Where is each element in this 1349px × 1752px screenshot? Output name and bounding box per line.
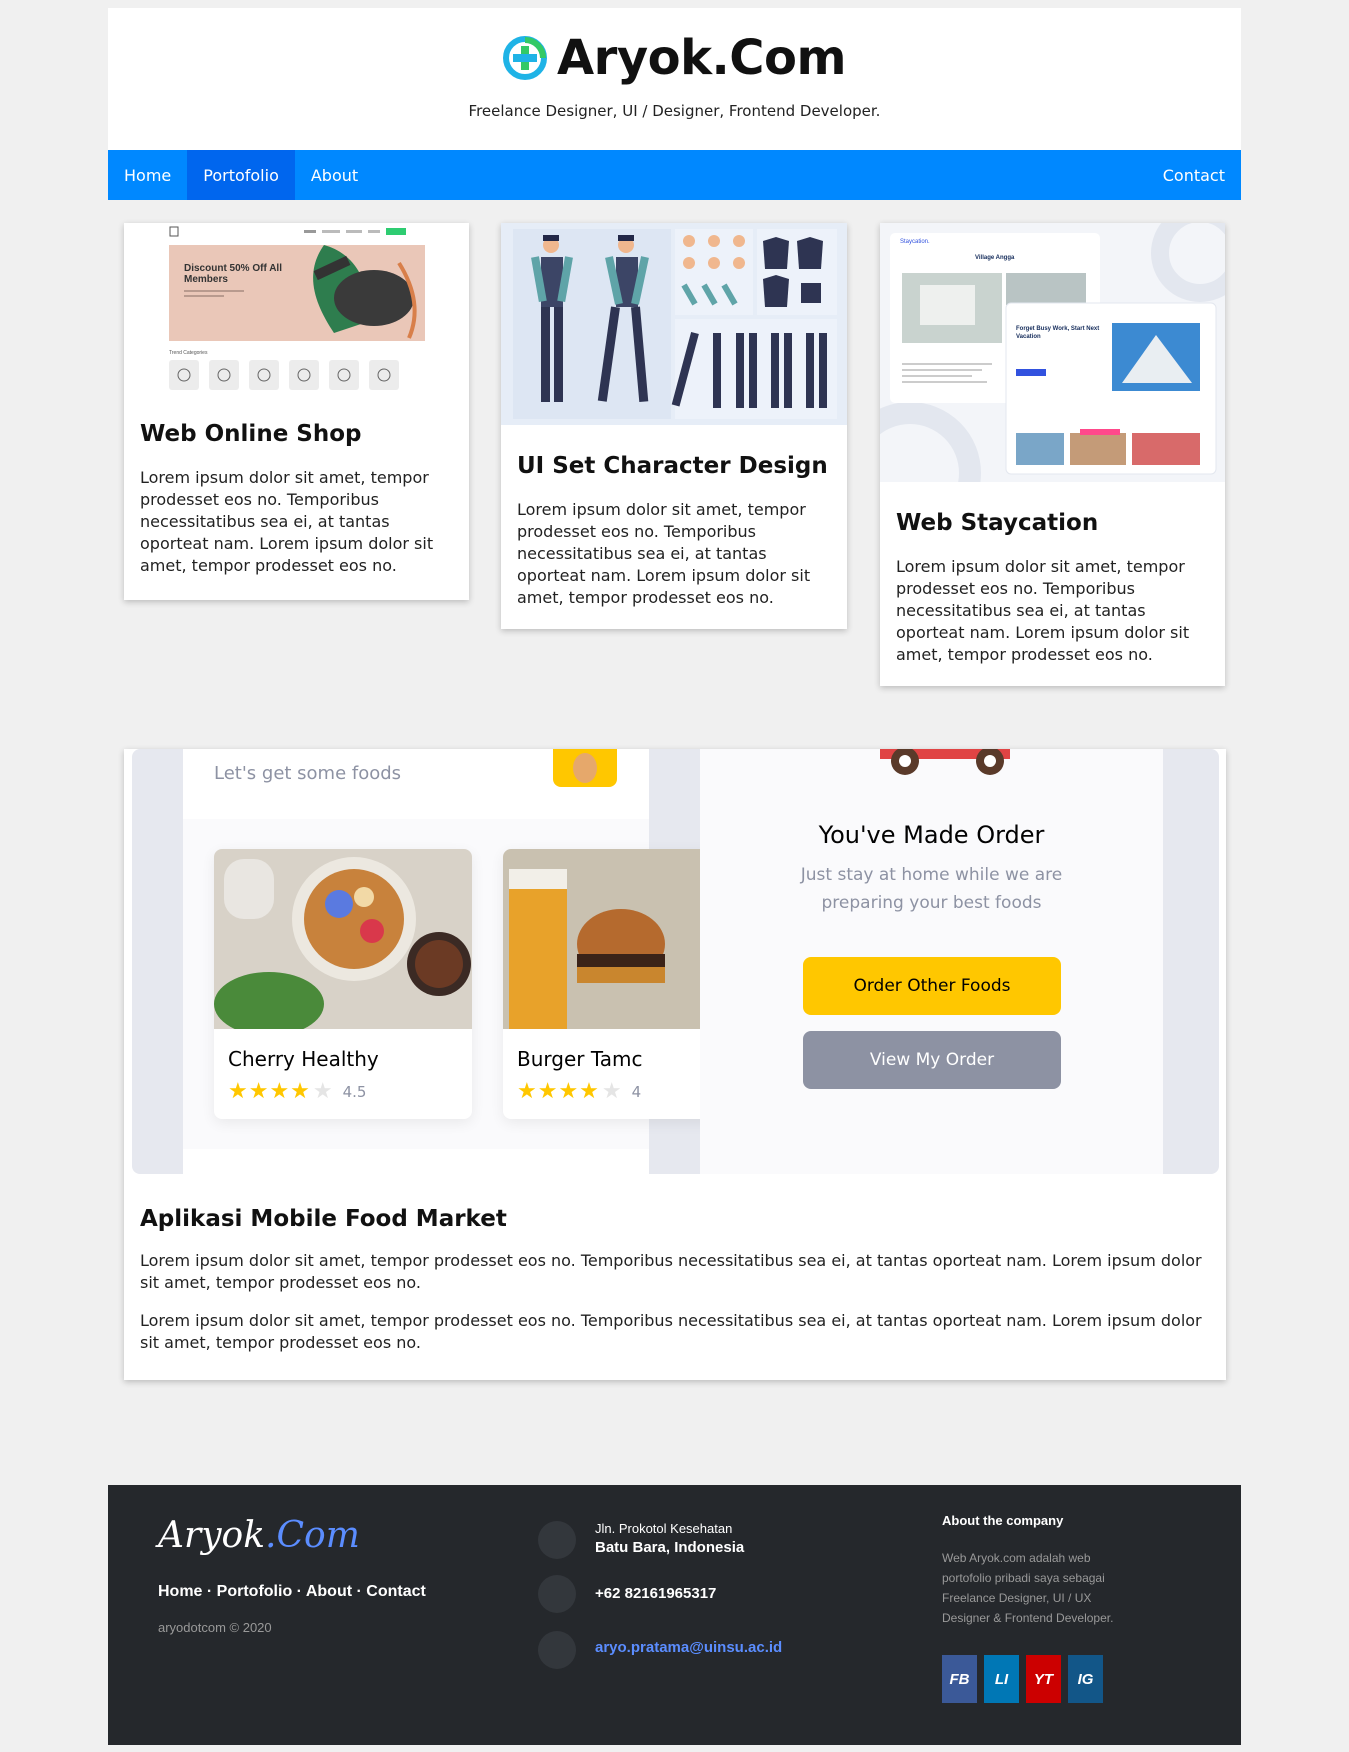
portfolio-feature-food-market[interactable]: Let's get some foods Cherry Healthy ★★★★…	[124, 749, 1226, 1380]
youtube-button[interactable]: YT	[1026, 1655, 1061, 1703]
facebook-button[interactable]: FB	[942, 1655, 977, 1703]
footer-logo-suffix: .Com	[265, 1515, 360, 1556]
rating-value: 4.5	[342, 1082, 367, 1101]
footer-logo: Aryok.Com	[158, 1515, 360, 1556]
card-title: UI Set Character Design	[517, 453, 828, 479]
site-header: Aryok.Com Freelance Designer, UI / Desig…	[108, 8, 1241, 150]
star-empty-icon: ★	[312, 1079, 333, 1104]
staycation-hero-text: Forget Busy Work, Start Next Vacation	[1016, 326, 1100, 340]
star-icon: ★★★★	[517, 1079, 600, 1104]
envelope-icon	[538, 1631, 576, 1669]
online-shop-section-label: Trend Categories	[169, 350, 208, 356]
footer-link-about[interactable]: About	[306, 1583, 352, 1600]
nav-contact[interactable]: Contact	[1147, 150, 1241, 200]
food-name: Burger Tamc	[517, 1047, 643, 1071]
footer-link-contact[interactable]: Contact	[366, 1583, 426, 1600]
nav-about[interactable]: About	[295, 150, 374, 200]
card-title: Web Staycation	[896, 510, 1099, 536]
phone-number: +62 82161965317	[595, 1585, 717, 1602]
order-subtitle-line1: Just stay at home while we are	[800, 865, 1063, 885]
online-shop-banner-text: Discount 50% Off All Members	[184, 263, 282, 285]
footer-about: About the company Web Aryok.com adalah w…	[942, 1513, 1132, 1628]
site-title: Aryok.Com	[557, 30, 846, 86]
about-title: About the company	[942, 1513, 1064, 1528]
feature-paragraph-2: Lorem ipsum dolor sit amet, tempor prode…	[140, 1311, 1202, 1352]
view-my-order-button[interactable]: View My Order	[803, 1031, 1061, 1089]
linkedin-button[interactable]: LI	[984, 1655, 1019, 1703]
star-icon: ★★★★	[228, 1079, 311, 1104]
character-design-thumbnail	[501, 223, 847, 425]
phone-icon	[538, 1575, 576, 1613]
order-other-foods-button[interactable]: Order Other Foods	[803, 957, 1061, 1015]
nav-portfolio[interactable]: Portofolio	[187, 150, 295, 200]
portfolio-card-character-design[interactable]: UI Set Character Design Lorem ipsum dolo…	[501, 223, 847, 629]
card-title: Web Online Shop	[140, 421, 362, 447]
footer-link-home[interactable]: Home	[158, 1583, 202, 1600]
nav-home[interactable]: Home	[108, 150, 187, 200]
food-greeting: Let's get some foods	[214, 763, 402, 784]
logo-icon	[503, 36, 548, 80]
card-description: Lorem ipsum dolor sit amet, tempor prode…	[140, 468, 434, 575]
portfolio-card-online-shop[interactable]: Discount 50% Off All Members Trend Categ…	[124, 223, 469, 600]
food-card-cherry-healthy[interactable]: Cherry Healthy ★★★★ ★ 4.5	[214, 849, 472, 1119]
delivery-car-icon	[880, 749, 1010, 775]
food-market-thumbnail: Let's get some foods Cherry Healthy ★★★★…	[124, 749, 1226, 1174]
email-link[interactable]: aryo.pratama@uinsu.ac.id	[595, 1639, 855, 1656]
social-links: FB LI YT IG	[942, 1655, 1103, 1703]
order-title: You've Made Order	[818, 821, 1045, 849]
avatar	[553, 749, 617, 787]
food-photo-cherry-healthy	[214, 849, 472, 1036]
main-nav: Home Portofolio About Contact	[108, 150, 1241, 200]
staycation-thumbnail: Staycation. Village Angga Forget Busy Wo…	[880, 223, 1225, 482]
footer-link-portfolio[interactable]: Portofolio	[217, 1583, 293, 1600]
site-footer: Aryok.Com Home · Portofolio · About · Co…	[108, 1485, 1241, 1745]
staycation-brand: Staycation.	[900, 239, 930, 245]
rating-stars: ★★★★ ★ 4.5	[228, 1079, 366, 1104]
feature-title: Aplikasi Mobile Food Market	[140, 1206, 507, 1232]
order-subtitle-line2: preparing your best foods	[821, 893, 1042, 913]
card-description: Lorem ipsum dolor sit amet, tempor prode…	[896, 557, 1190, 664]
food-name: Cherry Healthy	[228, 1047, 379, 1071]
footer-copyright: aryodotcom © 2020	[158, 1620, 272, 1635]
rating-stars: ★★★★ ★ 4	[517, 1079, 641, 1104]
footer-links: Home · Portofolio · About · Contact	[158, 1583, 426, 1600]
online-shop-thumbnail: Discount 50% Off All Members Trend Categ…	[124, 223, 469, 401]
footer-logo-main: Aryok	[158, 1515, 266, 1556]
card-description: Lorem ipsum dolor sit amet, tempor prode…	[517, 500, 811, 607]
about-text: Web Aryok.com adalah web portofolio prib…	[942, 1551, 1114, 1625]
instagram-button[interactable]: IG	[1068, 1655, 1103, 1703]
site-tagline: Freelance Designer, UI / Designer, Front…	[468, 102, 881, 120]
address-line-1: Jln. Prokotol Kesehatan	[595, 1521, 733, 1536]
map-marker-icon	[538, 1521, 576, 1559]
staycation-heading: Village Angga	[975, 255, 1015, 261]
feature-paragraph-1: Lorem ipsum dolor sit amet, tempor prode…	[140, 1251, 1202, 1292]
star-empty-icon: ★	[601, 1079, 622, 1104]
address-line-2: Batu Bara, Indonesia	[595, 1539, 745, 1556]
portfolio-card-staycation[interactable]: Staycation. Village Angga Forget Busy Wo…	[880, 223, 1225, 686]
rating-value: 4	[631, 1082, 642, 1101]
